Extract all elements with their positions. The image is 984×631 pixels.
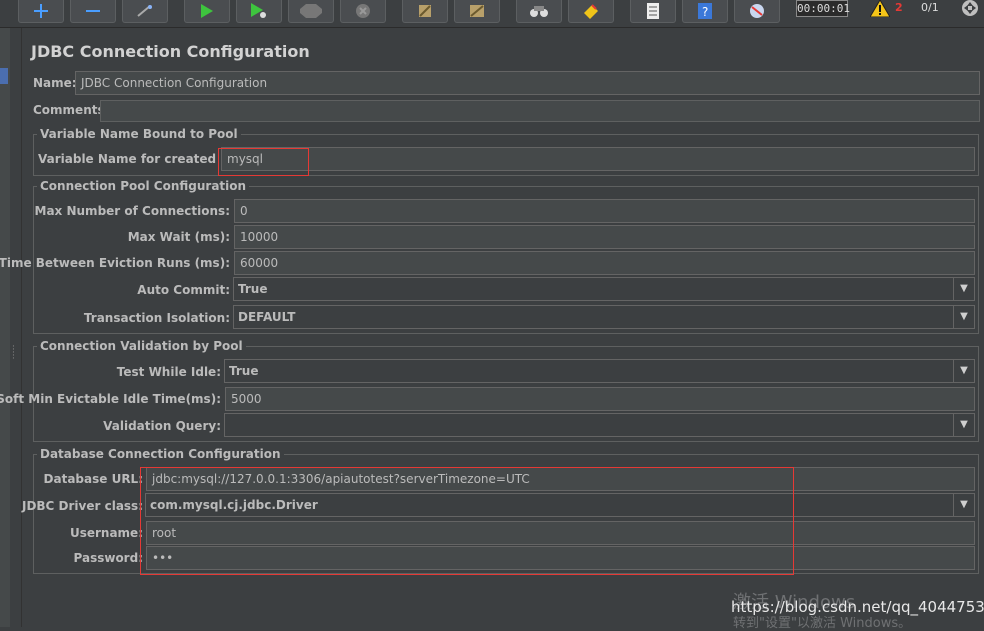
dropdown-arrow-icon[interactable]: ▼ [953, 306, 974, 328]
help-icon: ? [698, 3, 712, 19]
auto-commit-label: Auto Commit: [137, 283, 230, 297]
eviction-runs-field[interactable]: 60000 [234, 251, 975, 275]
auto-commit-value: True [238, 282, 268, 296]
highlight-box-database [140, 467, 794, 575]
soft-min-idle-label: Soft Min Evictable Idle Time(ms): [0, 392, 221, 406]
elapsed-timer: 00:00:01 [796, 0, 850, 17]
comments-field[interactable] [100, 100, 980, 122]
transaction-isolation-select[interactable]: DEFAULT ▼ [233, 305, 975, 329]
dropdown-arrow-icon[interactable]: ▼ [953, 360, 974, 382]
test-while-idle-label: Test While Idle: [116, 365, 221, 379]
clear-button[interactable] [402, 0, 448, 23]
page-title: JDBC Connection Configuration [31, 42, 310, 61]
play-clock-icon [251, 3, 266, 18]
eraser-icon [584, 4, 598, 19]
shutdown-icon [356, 4, 370, 18]
auto-commit-select[interactable]: True ▼ [233, 277, 975, 301]
max-wait-label: Max Wait (ms): [127, 230, 230, 244]
expand-icon[interactable] [960, 0, 980, 18]
play-icon [201, 4, 213, 18]
svg-text:?: ? [702, 5, 708, 19]
eviction-runs-label: Time Between Eviction Runs (ms): [0, 256, 230, 270]
broom-icon [419, 5, 431, 17]
broom-all-icon [470, 5, 484, 17]
max-connections-label: Max Number of Connections: [34, 204, 230, 218]
password-label: Password: [73, 551, 144, 565]
dropdown-arrow-icon[interactable]: ▼ [953, 414, 974, 436]
list-icon [647, 3, 659, 19]
remote-icon [750, 4, 764, 18]
test-while-idle-select[interactable]: True ▼ [224, 359, 975, 383]
database-url-label: Database URL: [43, 472, 143, 486]
driver-class-label: JDBC Driver class: [21, 499, 143, 513]
pool-name-group-title: Variable Name Bound to Pool [37, 127, 241, 141]
reset-search-button[interactable] [568, 0, 614, 23]
warning-icon[interactable] [870, 0, 890, 17]
stop-button[interactable] [288, 0, 334, 23]
splitter-grip-icon[interactable]: · · · · · [12, 343, 15, 364]
shutdown-button[interactable] [340, 0, 386, 23]
soft-min-idle-field[interactable]: 5000 [225, 387, 975, 411]
windows-settings-watermark: 转到"设置"以激活 Windows。 [733, 616, 912, 631]
help-button[interactable]: ? [682, 0, 728, 23]
add-button[interactable] [18, 0, 64, 23]
pool-variable-field[interactable]: mysql [221, 147, 975, 171]
pool-config-group-title: Connection Pool Configuration [37, 179, 250, 193]
start-no-pause-button[interactable] [236, 0, 282, 23]
validation-query-select[interactable]: ▼ [224, 413, 975, 437]
start-button[interactable] [184, 0, 230, 23]
minus-icon [86, 10, 100, 12]
validation-group-title: Connection Validation by Pool [37, 339, 246, 353]
dropdown-arrow-icon[interactable]: ▼ [953, 494, 974, 516]
highlight-box-variable [218, 148, 309, 176]
validation-query-label: Validation Query: [103, 419, 221, 433]
comments-label: Comments: [33, 103, 110, 117]
search-button[interactable] [516, 0, 562, 23]
warning-count: 2 [895, 1, 903, 14]
transaction-isolation-label: Transaction Isolation: [83, 311, 230, 325]
thread-count: 0/1 [921, 1, 939, 14]
remove-button[interactable] [70, 0, 116, 23]
stop-icon [300, 4, 322, 18]
toolbar: ? 00:00:01 2 0/1 [0, 0, 984, 28]
name-field[interactable]: JDBC Connection Configuration [75, 71, 980, 95]
clear-all-button[interactable] [454, 0, 500, 23]
binoculars-icon [530, 6, 548, 17]
toggle-button[interactable] [122, 0, 168, 23]
tree-panel-edge [0, 28, 10, 627]
remote-button[interactable] [734, 0, 780, 23]
dropdown-arrow-icon[interactable]: ▼ [953, 278, 974, 300]
panel-splitter[interactable] [10, 28, 22, 627]
plus-icon [34, 4, 48, 18]
wand-icon [137, 5, 152, 17]
tree-selection-indicator [0, 68, 8, 84]
function-helper-button[interactable] [630, 0, 676, 23]
username-label: Username: [69, 526, 143, 540]
test-while-idle-value: True [229, 364, 259, 378]
transaction-isolation-value: DEFAULT [238, 310, 296, 324]
max-connections-field[interactable]: 0 [234, 199, 975, 223]
database-group-title: Database Connection Configuration [37, 447, 284, 461]
max-wait-field[interactable]: 10000 [234, 225, 975, 249]
name-label: Name: [33, 76, 77, 90]
